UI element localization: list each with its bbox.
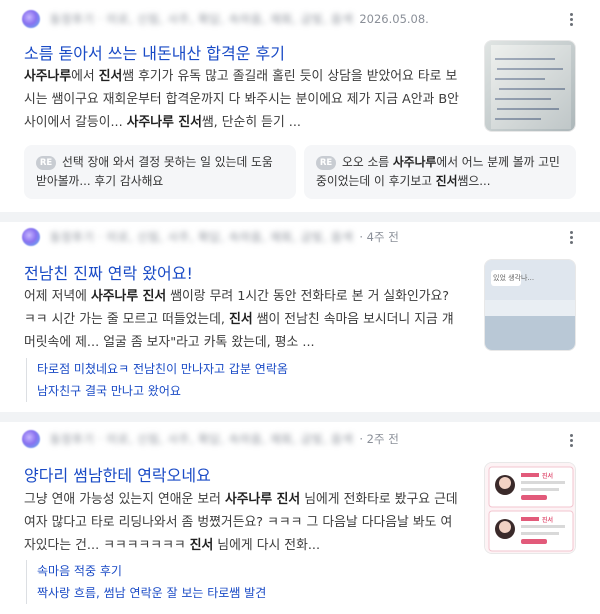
sub-links: 타로점 미쳤네요ㅋ 전남친이 만나자고 갑분 연락옴 남자친구 결국 만나고 왔… (26, 358, 288, 402)
notebook-photo-image (485, 41, 575, 131)
result-thumbnail[interactable] (484, 40, 576, 132)
more-options-icon[interactable] (564, 228, 578, 246)
post-date: · 2주 전 (359, 432, 399, 446)
result-title[interactable]: 소름 돋아서 쓰는 내돈내산 합격운 후기 (24, 40, 285, 64)
result-snippet: 사주나루에서 진서쌤 후기가 유독 많고 졸길래 홀린 듯이 상담을 받았어요 … (24, 69, 459, 130)
sub-link-2[interactable]: 짝사랑 흐름, 썸남 연락운 잘 보는 타로쌤 발견 (37, 582, 266, 604)
sub-links: 속마음 적중 후기 짝사랑 흐름, 썸남 연락운 잘 보는 타로쌤 발견 (26, 560, 266, 604)
result-meta: 동정후기 · 미로, 신림, 사주, 확답, 속마음, 재회, 금빛, 음색 ·… (22, 227, 399, 247)
result-card-1: 동정후기 · 미로, 신림, 사주, 확답, 속마음, 재회, 금빛, 음색 2… (0, 0, 600, 214)
thumbnail-caption: 있었 생각나... (493, 274, 535, 282)
keyword-highlight: 진서 (435, 174, 458, 188)
blurred-author-tags: 동정후기 · 미로, 신림, 사주, 확답, 속마음, 재회, 금빛, 음색 (50, 230, 354, 244)
result-snippet: 어제 저녁에 사주나루 진서 쌤이랑 무려 1시간 동안 전화타로 본 거 실화… (24, 289, 454, 350)
reply-preview-2[interactable]: RE 오오 소름 사주나루에서 어느 분께 볼까 고민 중이었는데 이 후기보고 … (304, 145, 576, 199)
reply-preview-1[interactable]: RE 선택 장애 와서 결정 못하는 일 있는데 도움 받아볼까... 후기 감사… (24, 145, 296, 199)
result-title[interactable]: 전남친 진짜 연락 왔어요! (24, 260, 193, 284)
result-thumbnail[interactable]: 진서 진서 (484, 462, 576, 554)
reply-tag-icon: RE (36, 156, 56, 170)
result-meta: 동정후기 · 미로, 신림, 사주, 확답, 속마음, 재회, 금빛, 음색 ·… (22, 429, 399, 449)
more-options-icon[interactable] (564, 431, 578, 449)
keyword-highlight: 진서 (189, 538, 214, 553)
blurred-author-tags: 동정후기 · 미로, 신림, 사주, 확답, 속마음, 재회, 금빛, 음색 (50, 12, 354, 26)
profile-cards-image (485, 463, 575, 553)
result-meta: 동정후기 · 미로, 신림, 사주, 확답, 속마음, 재회, 금빛, 음색 2… (22, 9, 429, 29)
keyword-highlight: 사주나루 진서 (225, 492, 301, 507)
reply-tag-icon: RE (316, 156, 336, 170)
sub-link-1[interactable]: 타로점 미쳤네요ㅋ 전남친이 만나자고 갑분 연락옴 (37, 358, 288, 380)
blurred-author-tags: 동정후기 · 미로, 신림, 사주, 확답, 속마음, 재회, 금빛, 음색 (50, 432, 354, 446)
more-options-icon[interactable] (564, 10, 578, 28)
keyword-highlight: 사주나루 진서 (91, 289, 167, 304)
keyword-highlight: 진서 (229, 312, 253, 327)
result-thumbnail[interactable]: 있었 생각나... (484, 259, 576, 351)
post-date: · 4주 전 (359, 230, 399, 244)
profile-name-bottom: 진서 (542, 517, 554, 524)
keyword-highlight: 사주나루 (24, 69, 72, 84)
keyword-highlight: 진서 (98, 69, 123, 84)
author-avatar[interactable] (22, 228, 40, 246)
sub-link-1[interactable]: 속마음 적중 후기 (37, 560, 266, 582)
keyword-highlight: 사주나루 진서 (126, 115, 202, 130)
result-divider (0, 412, 600, 422)
profile-name-top: 진서 (542, 473, 554, 480)
post-date: 2026.05.08. (359, 12, 429, 26)
result-title[interactable]: 양다리 썸남한테 연락오네요 (24, 462, 211, 486)
keyword-highlight: 사주나루 (392, 155, 437, 169)
author-avatar[interactable] (22, 10, 40, 28)
result-snippet: 그냥 연애 가능성 있는지 연애운 보러 사주나루 진서 님에게 전화타로 봤구… (24, 492, 458, 553)
result-card-2: 동정후기 · 미로, 신림, 사주, 확답, 속마음, 재회, 금빛, 음색 ·… (0, 222, 600, 418)
result-divider (0, 212, 600, 222)
result-card-3: 동정후기 · 미로, 신림, 사주, 확답, 속마음, 재회, 금빛, 음색 ·… (0, 422, 600, 614)
author-avatar[interactable] (22, 430, 40, 448)
sub-link-2[interactable]: 남자친구 결국 만나고 왔어요 (37, 380, 288, 402)
